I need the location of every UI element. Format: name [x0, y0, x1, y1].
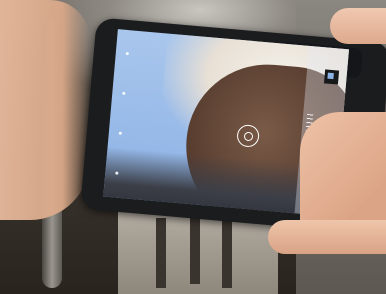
flash-dot-icon[interactable]	[122, 91, 126, 96]
settings-dot-icon[interactable]	[125, 51, 129, 56]
camera-mode-icon[interactable]	[323, 69, 340, 85]
right-thumb	[268, 220, 386, 254]
timer-dot-icon[interactable]	[118, 131, 122, 135]
stand-slot	[156, 218, 166, 288]
right-hand-fingers	[330, 8, 386, 44]
photo-scene	[0, 0, 386, 294]
stand-slot	[190, 214, 200, 284]
left-hand	[0, 0, 90, 220]
stand-slot	[222, 218, 232, 288]
